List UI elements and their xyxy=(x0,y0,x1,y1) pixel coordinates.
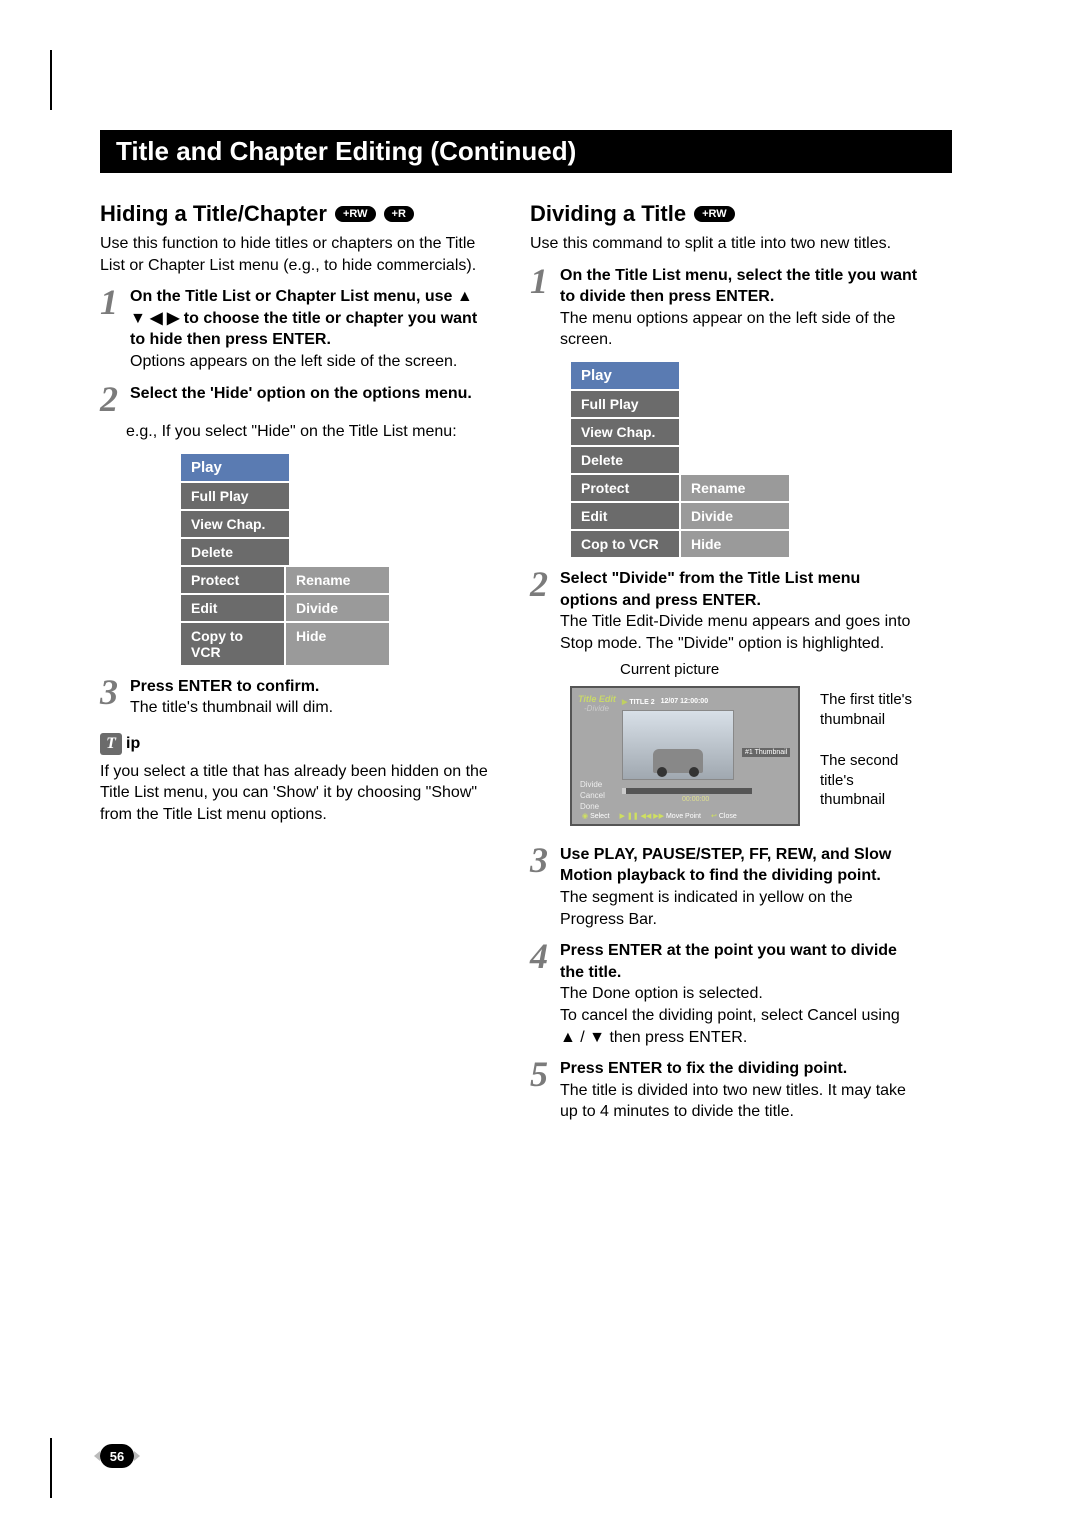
page-title: Title and Chapter Editing (Continued) xyxy=(100,130,952,173)
annot-second-thumb: The second title's thumbnail xyxy=(820,751,920,810)
dividing-heading: Dividing a Title xyxy=(530,201,686,227)
step-number-3: 3 xyxy=(100,676,122,719)
step-number-5: 5 xyxy=(530,1058,552,1123)
right-step5-bold: Press ENTER to fix the dividing point. xyxy=(560,1060,847,1077)
menu1-item: Rename xyxy=(285,566,390,594)
menu1-item: Hide xyxy=(285,622,390,666)
left-step1-bold: On the Title List or Chapter List menu, … xyxy=(130,288,477,348)
menu2-item: Cop to VCR xyxy=(570,530,680,558)
right-step4-p1: The Done option is selected. xyxy=(560,985,763,1002)
hiding-intro: Use this function to hide titles or chap… xyxy=(100,233,490,276)
right-column: Dividing a Title +RW Use this command to… xyxy=(530,193,920,1129)
ds-footer-move: Move Point xyxy=(666,813,701,820)
current-picture-label: Current picture xyxy=(620,660,810,680)
menu2-header: Play xyxy=(570,361,680,390)
ds-side-item: Cancel xyxy=(580,791,605,800)
menu2-item: Rename xyxy=(680,474,790,502)
right-step2-bold: Select "Divide" from the Title List menu… xyxy=(560,570,860,609)
step-number-2: 2 xyxy=(100,383,122,415)
right-step1-bold: On the Title List menu, select the title… xyxy=(560,267,917,306)
left-step2-eg: e.g., If you select "Hide" on the Title … xyxy=(126,421,490,443)
menu1-header: Play xyxy=(180,453,290,482)
dividing-intro: Use this command to split a title into t… xyxy=(530,233,920,255)
menu2-item: Edit xyxy=(570,502,680,530)
tip-label: ip xyxy=(126,735,140,753)
page-number: 56 xyxy=(100,1444,134,1468)
left-step3-plain: The title's thumbnail will dim. xyxy=(130,699,333,716)
ds-footer-close: Close xyxy=(719,813,737,820)
left-step2-bold: Select the 'Hide' option on the options … xyxy=(130,385,472,402)
step-number-3: 3 xyxy=(530,844,552,930)
menu1-item: View Chap. xyxy=(180,510,290,538)
ds-preview xyxy=(622,710,734,780)
ds-hdr2: 12/07 12:00:00 xyxy=(661,698,708,706)
ds-time: 00:00:00 xyxy=(682,796,709,803)
badge-r: +R xyxy=(384,206,414,222)
right-step5-plain: The title is divided into two new titles… xyxy=(560,1082,906,1121)
menu1-item: Divide xyxy=(285,594,390,622)
left-step3-bold: Press ENTER to confirm. xyxy=(130,678,319,695)
menu2-item: Full Play xyxy=(570,390,680,418)
right-step4-p2: To cancel the dividing point, select Can… xyxy=(560,1007,900,1046)
ds-footer-select: Select xyxy=(590,813,609,820)
tip-body: If you select a title that has already b… xyxy=(100,761,490,826)
ds-side-options: Divide Cancel Done xyxy=(580,780,605,813)
hiding-heading: Hiding a Title/Chapter xyxy=(100,201,327,227)
ds-progress-bar xyxy=(622,788,752,794)
right-step3-plain: The segment is indicated in yellow on th… xyxy=(560,889,853,928)
options-menu-2: Play Full Play View Chap. Delete Protect… xyxy=(570,361,850,558)
right-step1-plain: The menu options appear on the left side… xyxy=(560,310,895,349)
tip-icon: T xyxy=(100,733,122,755)
menu2-item: View Chap. xyxy=(570,418,680,446)
ds-thumb-label: #1 Thumbnail xyxy=(742,748,790,757)
ds-hdr1: TITLE 2 xyxy=(622,698,655,706)
menu2-item: Hide xyxy=(680,530,790,558)
ds-side-item: Done xyxy=(580,802,605,811)
menu2-item: Protect xyxy=(570,474,680,502)
left-step1-plain: Options appears on the left side of the … xyxy=(130,353,457,370)
step-number-1: 1 xyxy=(100,286,122,372)
menu1-item: Copy to VCR xyxy=(180,622,285,666)
options-menu-1: Play Full Play View Chap. Delete Protect… xyxy=(180,453,390,666)
right-step2-plain: The Title Edit-Divide menu appears and g… xyxy=(560,613,910,652)
badge-rw: +RW xyxy=(335,206,376,222)
right-step4-bold: Press ENTER at the point you want to div… xyxy=(560,942,897,981)
title-edit-divide-screen: Title Edit -Divide TITLE 2 12/07 12:00:0… xyxy=(570,686,800,826)
step-number-1: 1 xyxy=(530,265,552,351)
left-column: Hiding a Title/Chapter +RW +R Use this f… xyxy=(100,193,490,1129)
menu1-item: Full Play xyxy=(180,482,290,510)
menu1-item: Protect xyxy=(180,566,285,594)
step-number-4: 4 xyxy=(530,940,552,1048)
badge-rw: +RW xyxy=(694,206,735,222)
menu1-item: Edit xyxy=(180,594,285,622)
ds-side-item: Divide xyxy=(580,780,605,789)
step-number-2: 2 xyxy=(530,568,552,654)
menu2-item: Divide xyxy=(680,502,790,530)
right-step3-bold: Use PLAY, PAUSE/STEP, FF, REW, and Slow … xyxy=(560,846,891,885)
menu2-item: Delete xyxy=(570,446,680,474)
menu1-item: Delete xyxy=(180,538,290,566)
annot-first-thumb: The first title's thumbnail xyxy=(820,690,920,729)
